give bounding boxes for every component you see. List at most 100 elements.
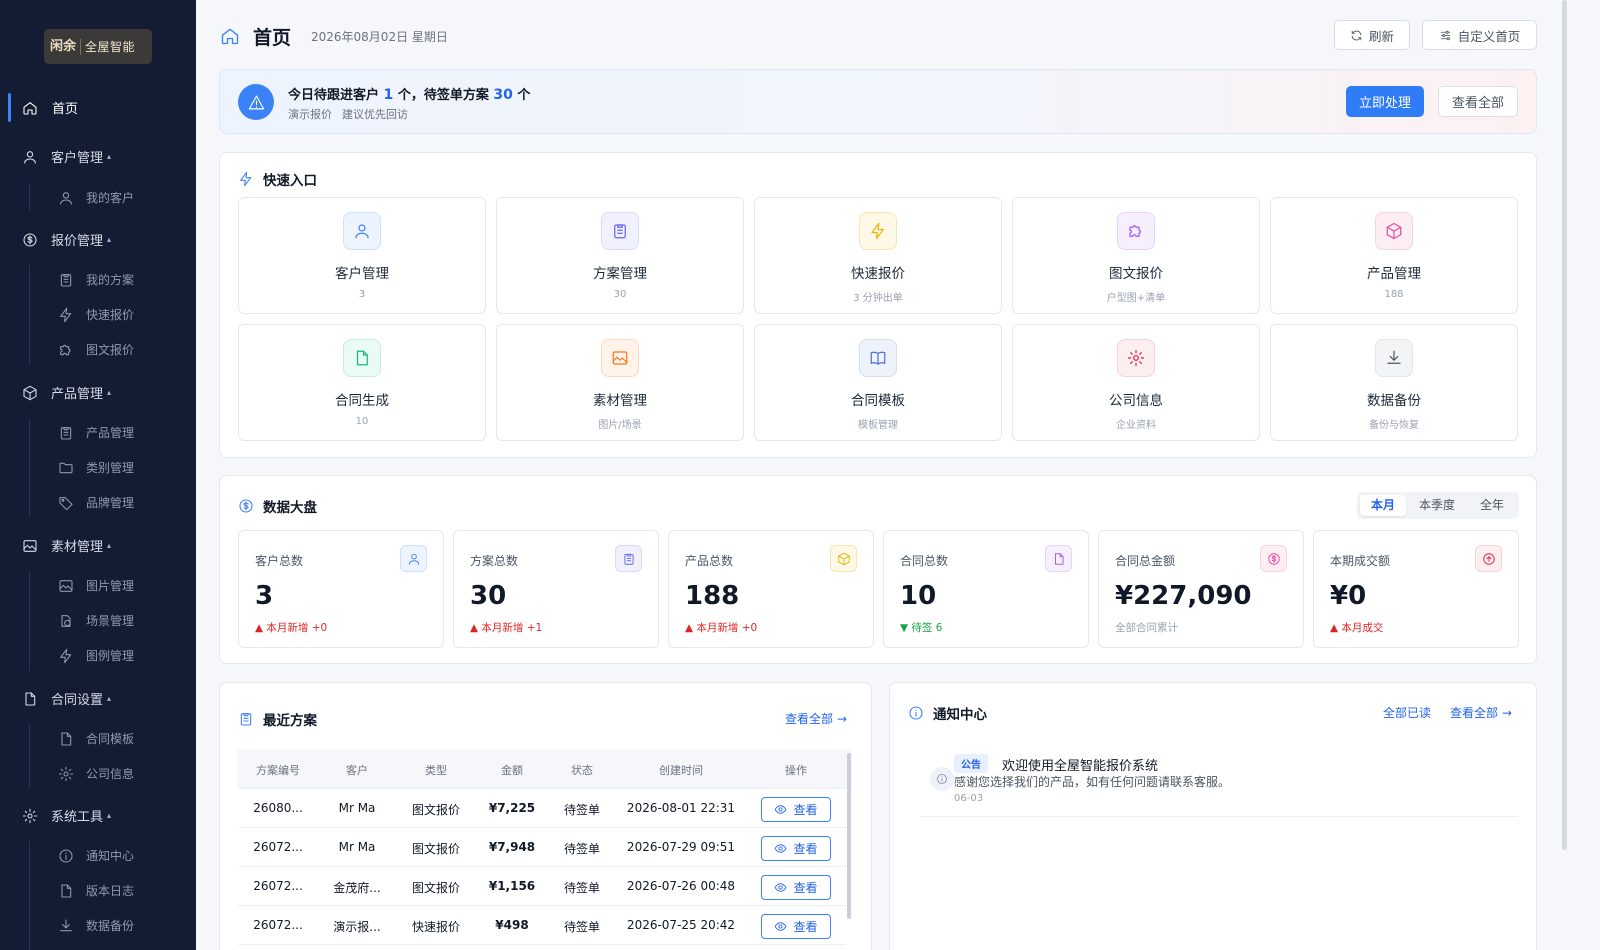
sidebar-item-fast-quote[interactable]: 快速报价 [58,306,134,323]
sidebar-item-my-customers[interactable]: 我的客户 [58,189,134,206]
sidebar-item-images[interactable]: 图片管理 [58,577,134,594]
user-icon [343,212,381,250]
puzzle-icon [1117,212,1155,250]
sidebar-item-scenes[interactable]: 场景管理 [58,612,134,629]
quick-entry-label: 合同生成 [335,393,389,409]
alert-text: 个 [517,88,531,103]
cube-icon [830,545,857,572]
view-plan-button[interactable]: 查看 [761,914,831,939]
view-plan-button[interactable]: 查看 [761,797,831,822]
view-plan-button[interactable]: 查看 [761,875,831,900]
quick-entry-label: 素材管理 [593,393,647,409]
sidebar-item-notifications[interactable]: 通知中心 [58,847,134,864]
sidebar-item-my-plans[interactable]: 我的方案 [58,271,134,288]
quick-entry-plans[interactable]: 方案管理 30 [496,197,744,314]
sidebar-group-label: 素材管理 [51,540,104,555]
sidebar-group-label: 产品管理 [51,387,104,402]
table-row[interactable]: 26072... 演示报... 快速报价 ¥498 待签单 2026-07-25… [238,906,846,945]
stat-customers[interactable]: 客户总数 3 ▲ 本月新增 +0 [238,530,444,648]
refresh-button[interactable]: 刷新 [1334,20,1410,50]
period-tab-quarter[interactable]: 本季度 [1412,495,1462,516]
stat-label: 方案总数 [470,554,519,568]
sidebar-item-backup[interactable]: 数据备份 [58,917,134,934]
table-row[interactable]: 26080... Mr Ma 图文报价 ¥7,225 待签单 2026-08-0… [238,789,846,828]
sidebar-item-categories[interactable]: 类别管理 [58,459,134,476]
caret-up-icon: ▴ [107,694,112,703]
stat-products[interactable]: 产品总数 188 ▲ 本月新增 +0 [668,530,874,648]
nav-divider [29,724,30,788]
sidebar-item-brands[interactable]: 品牌管理 [58,494,134,511]
stat-label: 客户总数 [255,554,304,568]
brand-mark: 闲余 [50,38,82,55]
quick-entry-products[interactable]: 产品管理 188 [1270,197,1518,314]
customize-home-button[interactable]: 自定义首页 [1422,20,1537,50]
stat-contract-amount[interactable]: 合同总金额 ¥227,090 全部合同累计 [1098,530,1304,648]
sidebar-group-material[interactable]: 素材管理 ▴ [22,536,111,555]
sidebar-item-label: 快速报价 [86,308,135,322]
sidebar-item-contract-templates[interactable]: 合同模板 [58,730,134,747]
plan-status: 待签单 [563,803,601,817]
recent-plans-title: 最近方案 [238,709,317,729]
period-tab-month[interactable]: 本月 [1360,495,1406,516]
quick-entry-contract-templates[interactable]: 合同模板 模板管理 [754,324,1002,441]
process-now-button[interactable]: 立即处理 [1346,86,1424,117]
stat-value: 30 [470,581,507,611]
view-all-todos-button[interactable]: 查看全部 [1438,86,1518,117]
stat-period-deals[interactable]: 本期成交额 ¥0 ▲ 本月成交 [1313,530,1519,648]
dollar-circle-icon [239,499,253,513]
sidebar-group-contract[interactable]: 合同设置 ▴ [22,689,111,708]
quick-entry-backup[interactable]: 数据备份 备份与恢复 [1270,324,1518,441]
mark-all-read-link[interactable]: 全部已读 [1383,704,1431,721]
clipboard-icon [601,212,639,250]
stat-trend: ▲ 本月新增 +1 [470,622,543,634]
sidebar-group-customer[interactable]: 客户管理 ▴ [22,147,111,166]
table-row[interactable]: 26072... 金茂府... 图文报价 ¥1,156 待签单 2026-07-… [238,867,846,906]
caret-up-icon: ▴ [107,541,112,550]
period-tab-year[interactable]: 全年 [1468,495,1516,516]
column-header: 状态 [571,764,593,777]
sidebar-item-home[interactable]: 首页 [0,91,196,124]
quick-entry-customers[interactable]: 客户管理 3 [238,197,486,314]
sidebar-item-label: 图例管理 [86,649,135,663]
sidebar: 闲余 全屋智能 首页 客户管理 ▴ 我的客户 报价管理 ▴ 我的方案 快速报价 图文… [0,0,196,950]
sidebar-group-label: 系统工具 [51,810,104,825]
sidebar-item-label: 我的方案 [86,273,135,287]
sidebar-group-product[interactable]: 产品管理 ▴ [22,383,111,402]
view-label: 查看 [793,803,818,817]
stat-label: 合同总金额 [1115,554,1176,568]
sidebar-group-quote[interactable]: 报价管理 ▴ [22,230,111,249]
page-header: 首页 2026年08月02日 星期日 刷新 自定义首页 [220,20,1538,52]
notify-view-all-link[interactable]: 查看全部 → [1450,704,1512,721]
table-scrollbar[interactable] [847,753,851,919]
view-plan-button[interactable]: 查看 [761,836,831,861]
quick-entry-materials[interactable]: 素材管理 图片/场景 [496,324,744,441]
quick-entry-image-quote[interactable]: 图文报价 户型图+清单 [1012,197,1260,314]
user-icon [60,191,72,205]
stat-plans[interactable]: 方案总数 30 ▲ 本月新增 +1 [453,530,659,648]
sidebar-item-company-info[interactable]: 公司信息 [58,765,134,782]
sidebar-item-changelog[interactable]: 版本日志 [58,882,134,899]
divider [920,816,1518,817]
sidebar-group-system[interactable]: 系统工具 ▴ [22,806,111,825]
table-row[interactable]: 26072... Mr Ma 图文报价 ¥7,948 待签单 2026-07-2… [238,828,846,867]
alert-message: 今日待跟进客户 1 个，待签单方案 30 个 [288,84,530,103]
quick-entry-contract-create[interactable]: 合同生成 10 [238,324,486,441]
sidebar-item-products[interactable]: 产品管理 [58,424,134,441]
file-icon [343,339,381,377]
sidebar-item-label: 通知中心 [86,849,135,863]
page-scrollbar[interactable] [1562,0,1567,850]
sidebar-item-label: 品牌管理 [86,496,135,510]
stat-contracts[interactable]: 合同总数 10 ▼ 待签 6 [883,530,1089,648]
quick-entry-sub: 10 [355,416,369,427]
brand-logo[interactable]: 闲余 全屋智能 [44,29,152,64]
quick-entry-fast-quote[interactable]: 快速报价 3 分钟出单 [754,197,1002,314]
column-header: 类型 [425,764,447,777]
quick-entry-company-info[interactable]: 公司信息 企业资料 [1012,324,1260,441]
sidebar-group-label: 报价管理 [51,234,104,249]
recent-view-all-link[interactable]: 查看全部 → [785,710,847,727]
plan-id: 26072... [253,918,303,932]
dollar-circle-icon [23,232,37,247]
sidebar-item-legends[interactable]: 图例管理 [58,647,134,664]
home-icon [220,26,240,46]
sidebar-item-image-quote[interactable]: 图文报价 [58,341,134,358]
